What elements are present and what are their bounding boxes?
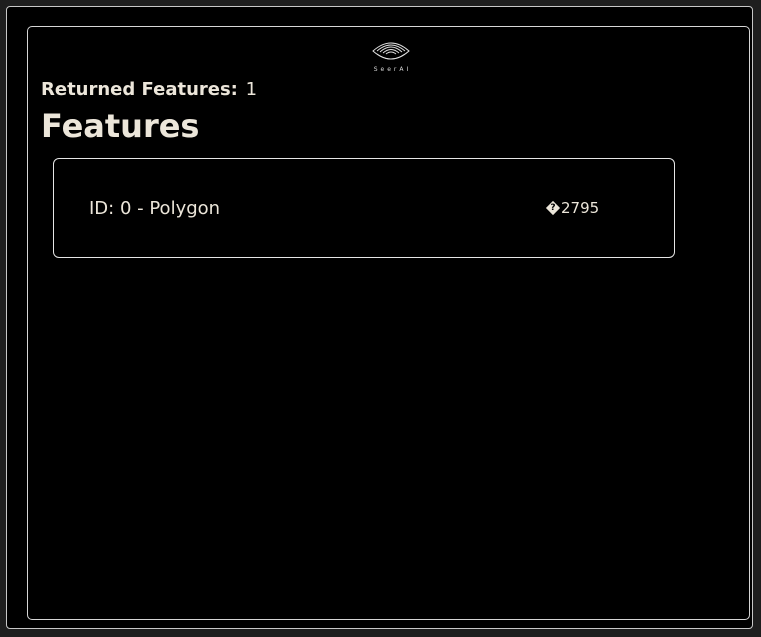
- logo-text: SeerAI: [373, 66, 412, 73]
- content-panel: SeerAI Returned Features: 1 Features ID:…: [27, 26, 750, 620]
- seerai-logo: SeerAI: [367, 37, 415, 77]
- eye-logo-icon: [372, 42, 410, 60]
- feature-value-text: 2795: [561, 199, 600, 217]
- outer-frame: SeerAI Returned Features: 1 Features ID:…: [6, 6, 753, 629]
- returned-features: Returned Features: 1: [41, 79, 257, 100]
- returned-features-label: Returned Features:: [41, 79, 238, 100]
- replacement-char-icon: ?: [547, 202, 559, 214]
- page-title: Features: [41, 107, 200, 145]
- feature-card[interactable]: ID: 0 - Polygon ? 2795: [53, 158, 675, 258]
- feature-label: ID: 0 - Polygon: [89, 198, 221, 219]
- feature-value: ? 2795: [547, 199, 599, 217]
- returned-features-count: 1: [245, 79, 258, 100]
